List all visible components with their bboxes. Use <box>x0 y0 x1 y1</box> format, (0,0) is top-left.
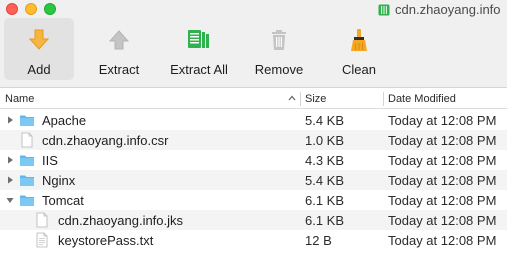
titlebar-toolbar: cdn.zhaoyang.info Add Extract Extract Al… <box>0 0 507 88</box>
row-size: 1.0 KB <box>305 132 345 148</box>
chevron-down-icon[interactable] <box>5 195 15 205</box>
window-title: cdn.zhaoyang.info <box>378 2 501 17</box>
folder-icon <box>20 155 34 166</box>
row-date: Today at 12:08 PM <box>388 132 497 148</box>
row-date: Today at 12:08 PM <box>388 232 497 248</box>
clean-button-label: Clean <box>342 62 376 77</box>
table-row[interactable]: Nginx 5.4 KB Today at 12:08 PM <box>0 170 507 190</box>
table-row[interactable]: cdn.zhaoyang.info.jks 6.1 KB Today at 12… <box>0 210 507 230</box>
clean-button[interactable]: Clean <box>326 18 392 80</box>
table-row[interactable]: Tomcat 6.1 KB Today at 12:08 PM <box>0 190 507 210</box>
chevron-up-icon <box>288 95 296 101</box>
close-window-button[interactable] <box>6 3 18 15</box>
window-title-text: cdn.zhaoyang.info <box>395 2 501 17</box>
document-icon <box>36 212 48 228</box>
toolbar: Add Extract Extract All Remove Clean <box>0 18 507 80</box>
row-size: 6.1 KB <box>305 192 345 208</box>
row-date: Today at 12:08 PM <box>388 172 497 188</box>
extract-all-button[interactable]: Extract All <box>162 18 236 80</box>
date-column-header[interactable]: Date Modified <box>388 89 507 109</box>
table-row[interactable]: cdn.zhaoyang.info.csr 1.0 KB Today at 12… <box>0 130 507 150</box>
chevron-right-icon[interactable] <box>5 115 15 125</box>
column-header: Name Size Date Modified <box>0 89 507 109</box>
row-name: Nginx <box>42 172 76 188</box>
extract-button-label: Extract <box>98 62 140 77</box>
row-size: 6.1 KB <box>305 212 345 228</box>
row-name: cdn.zhaoyang.info.csr <box>42 132 169 148</box>
size-column-header[interactable]: Size <box>305 89 381 109</box>
table-row[interactable]: IIS 4.3 KB Today at 12:08 PM <box>0 150 507 170</box>
row-size: 4.3 KB <box>305 152 345 168</box>
row-name: cdn.zhaoyang.info.jks <box>58 212 184 228</box>
text-document-icon <box>36 232 48 248</box>
column-divider[interactable] <box>383 92 384 106</box>
broom-icon <box>345 26 373 54</box>
name-column-header[interactable]: Name <box>5 89 300 109</box>
row-date: Today at 12:08 PM <box>388 212 497 228</box>
chevron-right-icon[interactable] <box>5 155 15 165</box>
add-button-label: Add <box>27 62 51 77</box>
folder-icon <box>20 175 34 186</box>
row-size: 5.4 KB <box>305 172 345 188</box>
name-column-label: Name <box>5 93 35 105</box>
row-date: Today at 12:08 PM <box>388 192 497 208</box>
row-size: 12 B <box>305 232 332 248</box>
column-divider[interactable] <box>300 92 301 106</box>
folder-icon <box>20 195 34 206</box>
documents-icon <box>185 26 213 54</box>
trash-icon <box>265 26 293 54</box>
extract-all-button-label: Extract All <box>170 62 228 77</box>
row-date: Today at 12:08 PM <box>388 112 497 128</box>
row-size: 5.4 KB <box>305 112 345 128</box>
row-name: Apache <box>42 112 87 128</box>
add-button[interactable]: Add <box>4 18 74 80</box>
remove-button-label: Remove <box>254 62 304 77</box>
archive-icon <box>378 4 390 15</box>
chevron-right-icon[interactable] <box>5 175 15 185</box>
arrow-up-icon <box>105 26 133 54</box>
row-name: IIS <box>42 152 58 168</box>
table-row[interactable]: Apache 5.4 KB Today at 12:08 PM <box>0 110 507 130</box>
row-name: Tomcat <box>42 192 84 208</box>
window-controls <box>6 3 56 15</box>
remove-button[interactable]: Remove <box>246 18 312 80</box>
zoom-window-button[interactable] <box>44 3 56 15</box>
arrow-down-icon <box>25 26 53 54</box>
date-column-label: Date Modified <box>388 93 456 105</box>
extract-button[interactable]: Extract <box>84 18 154 80</box>
row-date: Today at 12:08 PM <box>388 152 497 168</box>
table-row[interactable]: keystorePass.txt 12 B Today at 12:08 PM <box>0 230 507 250</box>
document-icon <box>21 132 33 148</box>
size-column-label: Size <box>305 93 327 105</box>
folder-icon <box>20 115 34 126</box>
archive-window: cdn.zhaoyang.info Add Extract Extract Al… <box>0 0 507 255</box>
row-name: keystorePass.txt <box>58 232 154 248</box>
minimize-window-button[interactable] <box>25 3 37 15</box>
